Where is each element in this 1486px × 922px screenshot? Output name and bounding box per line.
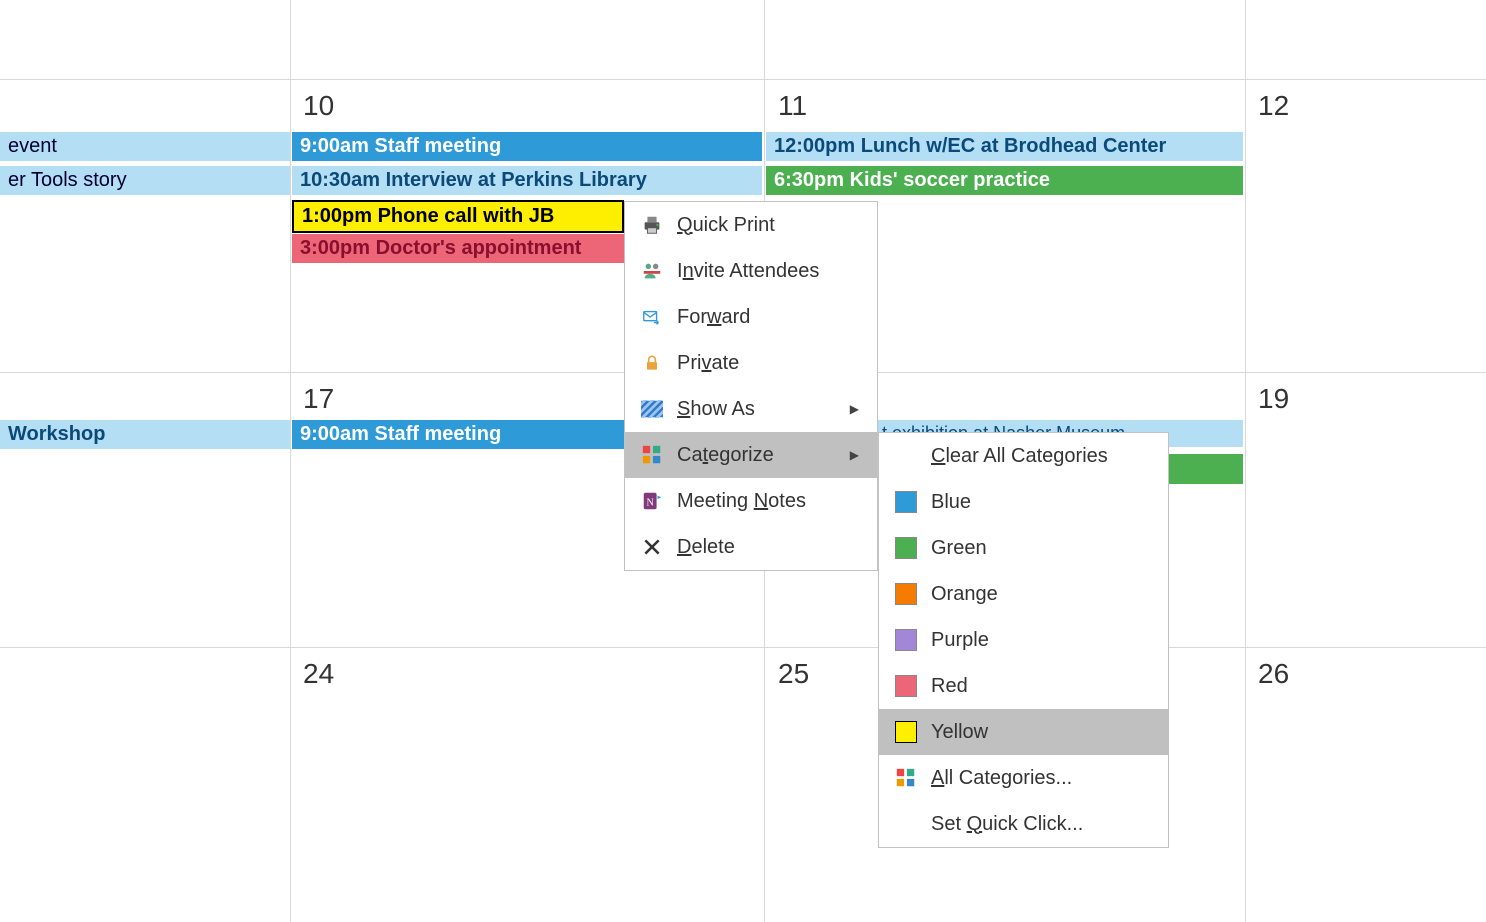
day-number[interactable]: 12 [1258,90,1289,122]
day-number[interactable]: 17 [303,383,334,415]
day-number[interactable]: 10 [303,90,334,122]
calendar-grid: 10 11 12 17 19 24 25 26 event er Tools s… [0,0,1486,922]
submenu-color-purple[interactable]: Purple [879,617,1168,663]
submenu-arrow-icon: ▶ [850,448,859,462]
forward-icon [635,306,669,328]
submenu-all-categories[interactable]: All Categories... [879,755,1168,801]
lock-icon [635,353,669,373]
calendar-event[interactable]: 6:30pm Kids' soccer practice [766,166,1243,195]
menu-label: Categorize [677,444,816,467]
submenu-color-red[interactable]: Red [879,663,1168,709]
day-number[interactable]: 25 [778,658,809,690]
submenu-label: Blue [931,491,1150,514]
color-swatch-icon [895,675,917,697]
calendar-event[interactable]: er Tools story [0,166,290,195]
color-swatch-icon [895,721,917,743]
printer-icon [635,214,669,236]
menu-item-quick-print[interactable]: Quick Print [625,202,877,248]
context-menu: Quick Print Invite Attendees Forward Pri… [624,201,878,571]
submenu-clear-all[interactable]: Clear All Categories [879,433,1168,479]
menu-item-forward[interactable]: Forward [625,294,877,340]
calendar-event[interactable]: 9:00am Staff meeting [292,132,762,161]
color-swatch-icon [895,583,917,605]
day-number[interactable]: 24 [303,658,334,690]
submenu-label: Set Quick Click... [931,813,1150,836]
submenu-label: Clear All Categories [931,445,1150,468]
svg-text:N: N [647,498,655,509]
submenu-label: All Categories... [931,767,1150,790]
day-number[interactable]: 26 [1258,658,1289,690]
color-swatch-icon [895,537,917,559]
categorize-submenu: Clear All Categories Blue Green Orange P… [878,432,1169,848]
submenu-arrow-icon: ▶ [850,402,859,416]
day-number[interactable]: 11 [778,90,807,122]
menu-item-meeting-notes[interactable]: N Meeting Notes [625,478,877,524]
menu-item-categorize[interactable]: Categorize ▶ [625,432,877,478]
calendar-event[interactable]: Workshop [0,420,290,449]
color-swatch-icon [895,629,917,651]
submenu-label: Yellow [931,721,1150,744]
calendar-event[interactable]: 10:30am Interview at Perkins Library [292,166,762,195]
calendar-event-selected[interactable]: 1:00pm Phone call with JB [292,200,624,233]
submenu-color-green[interactable]: Green [879,525,1168,571]
menu-item-show-as[interactable]: Show As ▶ [625,386,877,432]
submenu-label: Red [931,675,1150,698]
delete-icon [635,537,669,557]
menu-label: Invite Attendees [677,260,859,283]
submenu-label: Green [931,537,1150,560]
menu-label: Delete [677,536,859,559]
menu-label: Forward [677,306,859,329]
onenote-icon: N [635,490,669,512]
menu-label: Private [677,352,859,375]
menu-item-delete[interactable]: Delete [625,524,877,570]
submenu-label: Orange [931,583,1150,606]
calendar-event[interactable]: event [0,132,290,161]
submenu-label: Purple [931,629,1150,652]
attendees-icon [635,260,669,282]
busy-icon [635,400,669,418]
color-swatch-icon [895,491,917,513]
day-number[interactable]: 19 [1258,383,1289,415]
categories-icon [889,767,923,789]
calendar-event[interactable]: 9:00am Staff meeting [292,420,624,449]
calendar-event[interactable]: 12:00pm Lunch w/EC at Brodhead Center [766,132,1243,161]
categories-icon [635,444,669,466]
menu-item-private[interactable]: Private [625,340,877,386]
submenu-set-quick-click[interactable]: Set Quick Click... [879,801,1168,847]
submenu-color-blue[interactable]: Blue [879,479,1168,525]
calendar-event[interactable]: 3:00pm Doctor's appointment [292,234,624,263]
submenu-color-yellow[interactable]: Yellow [879,709,1168,755]
menu-label: Show As [677,398,816,421]
calendar-event[interactable] [1168,454,1243,484]
submenu-color-orange[interactable]: Orange [879,571,1168,617]
menu-label: Quick Print [677,214,859,237]
menu-item-invite-attendees[interactable]: Invite Attendees [625,248,877,294]
menu-label: Meeting Notes [677,490,859,513]
